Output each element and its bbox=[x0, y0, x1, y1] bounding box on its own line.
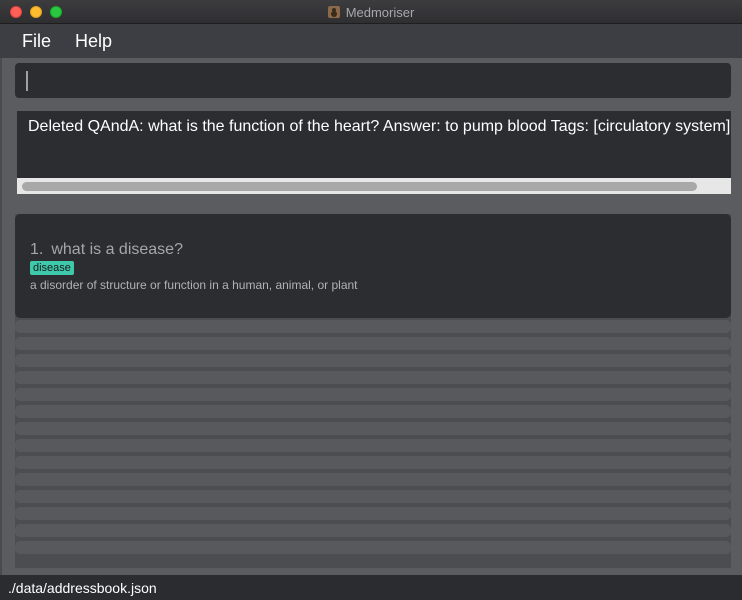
status-bar: ./data/addressbook.json bbox=[0, 575, 742, 600]
empty-list-row bbox=[15, 490, 731, 503]
card-question-line: 1. what is a disease? bbox=[30, 241, 183, 259]
empty-list-row bbox=[15, 337, 731, 350]
scrollbar-thumb[interactable] bbox=[22, 182, 697, 191]
menu-help[interactable]: Help bbox=[67, 27, 120, 56]
empty-list-row bbox=[15, 541, 731, 554]
result-display: Deleted QAndA: what is the function of t… bbox=[17, 111, 731, 194]
empty-list-row bbox=[15, 473, 731, 486]
empty-list-row bbox=[15, 388, 731, 401]
card-answer: a disorder of structure or function in a… bbox=[30, 278, 358, 292]
qanda-card[interactable]: 1. what is a disease? disease a disorder … bbox=[15, 214, 731, 318]
empty-list-row bbox=[15, 371, 731, 384]
menu-file[interactable]: File bbox=[14, 27, 59, 56]
command-input[interactable] bbox=[15, 63, 731, 98]
text-caret bbox=[26, 71, 28, 91]
tag-badge: disease bbox=[30, 261, 74, 275]
window-title: Medmoriser bbox=[345, 4, 415, 20]
card-index: 1. bbox=[30, 241, 44, 258]
empty-list-row bbox=[15, 456, 731, 469]
command-box[interactable] bbox=[15, 63, 731, 98]
empty-list-row bbox=[15, 405, 731, 418]
app-icon bbox=[327, 6, 340, 18]
app-window: Medmoriser File Help Deleted QAndA: what… bbox=[0, 0, 742, 600]
card-question: what is a disease? bbox=[51, 241, 183, 258]
qanda-list-panel[interactable]: 1. what is a disease? disease a disorder … bbox=[15, 214, 731, 568]
title-group: Medmoriser bbox=[0, 0, 742, 24]
empty-list-row bbox=[15, 354, 731, 367]
horizontal-scrollbar[interactable] bbox=[17, 178, 731, 194]
window-edge bbox=[0, 58, 2, 575]
empty-list-row bbox=[15, 422, 731, 435]
title-bar[interactable]: Medmoriser bbox=[0, 0, 742, 24]
data-file-path: ./data/addressbook.json bbox=[8, 579, 157, 596]
result-message: Deleted QAndA: what is the function of t… bbox=[28, 118, 731, 135]
empty-list-row bbox=[15, 320, 731, 333]
empty-list-row bbox=[15, 439, 731, 452]
empty-list-row bbox=[15, 507, 731, 520]
empty-list-row bbox=[15, 524, 731, 537]
menu-bar: File Help bbox=[0, 24, 742, 58]
